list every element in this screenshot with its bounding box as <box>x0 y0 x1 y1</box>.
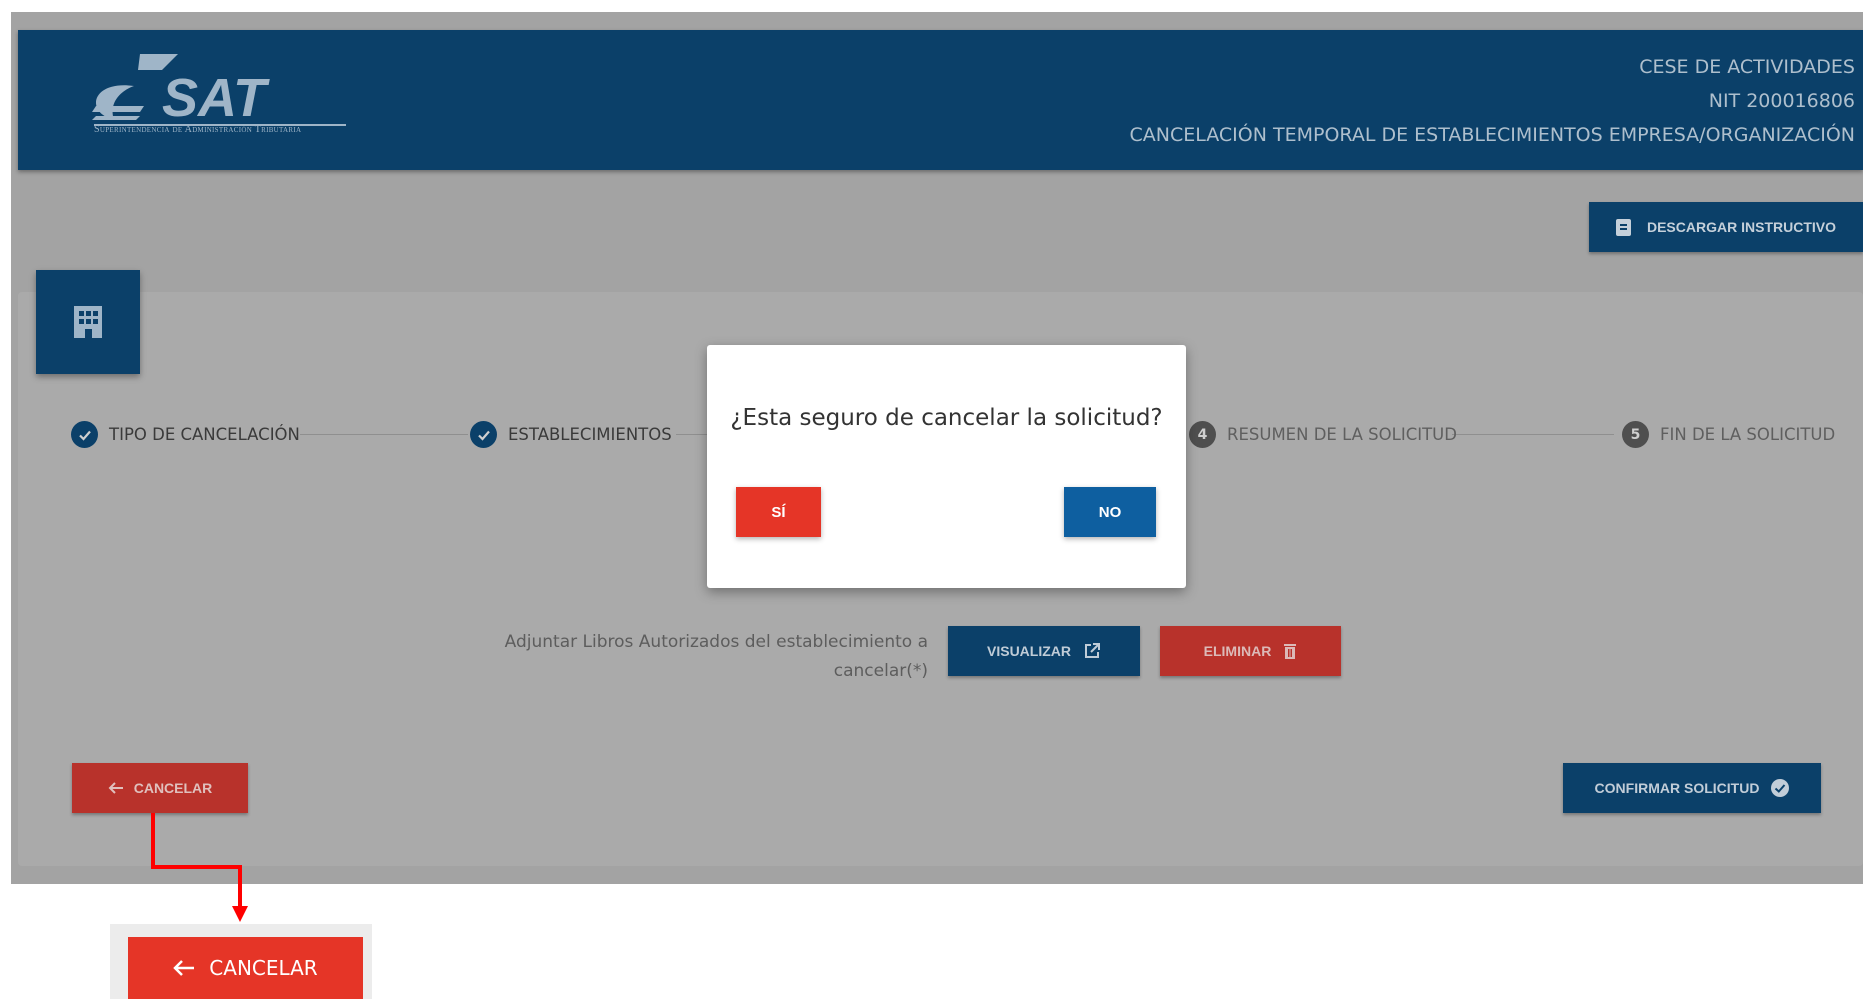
attachment-label: Adjuntar Libros Autorizados del establec… <box>504 632 928 681</box>
delete-attachment-button[interactable]: ELIMINAR <box>1160 626 1341 676</box>
callout-cancel-label: CANCELAR <box>209 956 318 980</box>
step-number: 4 <box>1189 421 1216 448</box>
step-label: TIPO DE CANCELACIÓN <box>109 425 300 444</box>
confirm-cancel-dialog: ¿Esta seguro de cancelar la solicitud? S… <box>707 345 1186 588</box>
logo-subtitle: Superintendencia de Administración Tribu… <box>94 124 302 135</box>
confirm-request-label: CONFIRMAR SOLICITUD <box>1594 780 1760 796</box>
header-line-nit: NIT 200016806 <box>1708 90 1855 112</box>
check-icon <box>71 421 98 448</box>
step-label: ESTABLECIMIENTOS <box>508 425 672 444</box>
dialog-yes-button[interactable]: SÍ <box>736 487 821 537</box>
step-establecimientos: ESTABLECIMIENTOS <box>470 421 672 448</box>
step-resumen-solicitud: 4 RESUMEN DE LA SOLICITUD <box>1189 421 1457 448</box>
trash-icon <box>1284 644 1297 659</box>
cancel-label: CANCELAR <box>133 780 213 796</box>
arrow-left-icon <box>108 782 123 794</box>
delete-attachment-label: ELIMINAR <box>1203 643 1272 659</box>
download-instructions-button[interactable]: DESCARGAR INSTRUCTIVO <box>1589 202 1863 252</box>
header-info: CESE DE ACTIVIDADES NIT 200016806 CANCEL… <box>1129 50 1855 152</box>
view-attachment-button[interactable]: VISUALIZAR <box>948 626 1140 676</box>
cancel-button[interactable]: CANCELAR <box>72 763 248 813</box>
step-label: FIN DE LA SOLICITUD <box>1660 425 1836 444</box>
cancel-button-callout: CANCELAR <box>128 937 363 999</box>
view-attachment-label: VISUALIZAR <box>987 643 1071 659</box>
check-circle-icon <box>1771 779 1790 797</box>
dialog-question: ¿Esta seguro de cancelar la solicitud? <box>730 405 1163 431</box>
sat-logo: SAT Superintendencia de Administración T… <box>74 50 364 150</box>
document-icon <box>1615 218 1631 236</box>
svg-text:SAT: SAT <box>162 68 270 128</box>
stepper-connector <box>1452 434 1614 435</box>
confirm-request-button[interactable]: CONFIRMAR SOLICITUD <box>1563 763 1821 813</box>
app-header: SAT Superintendencia de Administración T… <box>18 30 1863 170</box>
step-fin-solicitud: 5 FIN DE LA SOLICITUD <box>1622 421 1835 448</box>
sat-logo-mark: SAT <box>92 54 346 128</box>
step-tipo-cancelacion: TIPO DE CANCELACIÓN <box>71 421 300 448</box>
dialog-no-button[interactable]: NO <box>1064 487 1156 537</box>
download-instructions-label: DESCARGAR INSTRUCTIVO <box>1646 219 1836 235</box>
step-label: RESUMEN DE LA SOLICITUD <box>1227 425 1457 444</box>
open-external-icon <box>1085 643 1100 658</box>
arrow-left-icon <box>173 960 195 976</box>
card-header-icon <box>36 270 140 374</box>
check-icon <box>470 421 497 448</box>
stepper-connector <box>300 434 468 435</box>
header-line-procedure: CANCELACIÓN TEMPORAL DE ESTABLECIMIENTOS… <box>1129 124 1855 146</box>
step-number: 5 <box>1622 421 1649 448</box>
building-icon <box>74 306 102 338</box>
header-line-process: CESE DE ACTIVIDADES <box>1639 56 1855 78</box>
